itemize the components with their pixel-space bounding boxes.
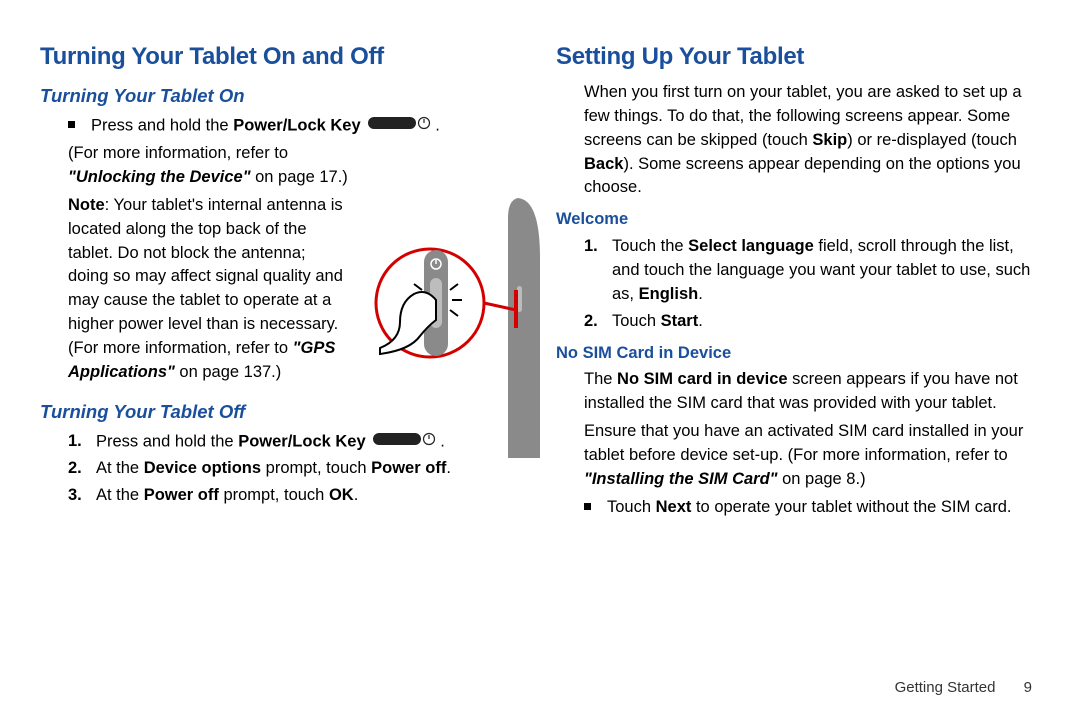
- subheading-welcome: Welcome: [556, 208, 1040, 232]
- more-info-unlocking: (For more information, refer to "Unlocki…: [68, 142, 348, 385]
- bullet-press-hold-on: Press and hold the Power/Lock Key .: [68, 114, 524, 138]
- left-column: Turning Your Tablet On and Off Turning Y…: [40, 40, 544, 660]
- antenna-note: Note: Your tablet's internal antenna is …: [68, 194, 348, 385]
- setup-intro: When you first turn on your tablet, you …: [584, 81, 1040, 201]
- heading-setup: Setting Up Your Tablet: [556, 40, 1040, 75]
- right-column: Setting Up Your Tablet When you first tu…: [544, 40, 1050, 660]
- square-bullet-icon: [584, 503, 591, 510]
- press-power-key-figure: [370, 188, 550, 468]
- power-lock-key-icon: [368, 114, 432, 138]
- bullet-touch-next: Touch Next to operate your tablet withou…: [584, 496, 1040, 520]
- section-name: Getting Started: [895, 679, 996, 696]
- welcome-steps: 1. Touch the Select language field, scro…: [584, 235, 1040, 334]
- page-footer: Getting Started 9: [895, 679, 1032, 696]
- square-bullet-icon: [68, 121, 75, 128]
- list-item: 2. Touch Start.: [584, 310, 1040, 334]
- list-item: 1. Touch the Select language field, scro…: [584, 235, 1040, 307]
- subheading-nosim: No SIM Card in Device: [556, 342, 1040, 366]
- nosim-body: The No SIM card in device screen appears…: [584, 368, 1040, 492]
- heading-on-off: Turning Your Tablet On and Off: [40, 40, 524, 75]
- bullet-text: Press and hold the Power/Lock Key .: [91, 114, 440, 138]
- subheading-on: Turning Your Tablet On: [40, 83, 524, 110]
- list-item: 3. At the Power off prompt, touch OK.: [68, 484, 524, 508]
- page: Turning Your Tablet On and Off Turning Y…: [0, 0, 1080, 660]
- page-number: 9: [1024, 679, 1032, 696]
